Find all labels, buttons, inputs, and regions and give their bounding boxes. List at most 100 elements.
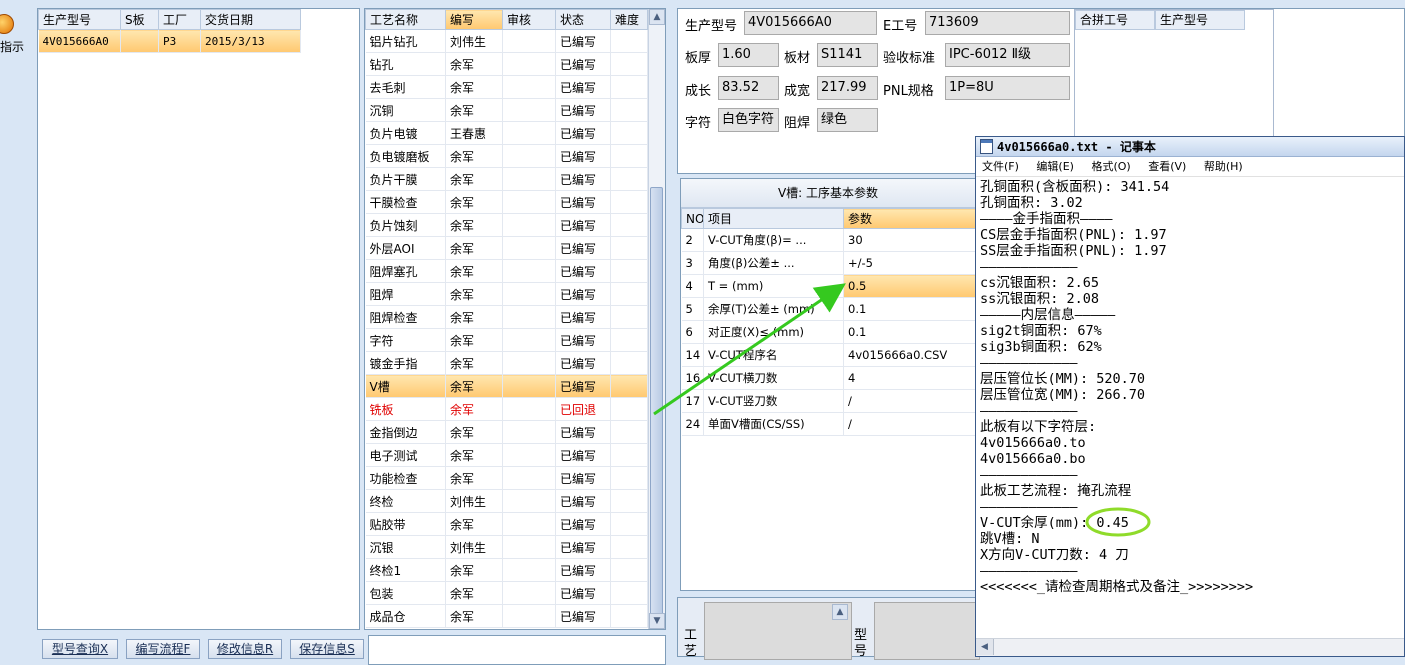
notepad-menubar: 文件(F) 编辑(E) 格式(O) 查看(V) 帮助(H) (976, 157, 1404, 177)
table-row[interactable]: 负片电镀 王春惠 已编写 (365, 121, 648, 145)
col-factory[interactable]: 工厂 (158, 9, 201, 30)
col-merge-model[interactable]: 生产型号 (1155, 10, 1245, 30)
table-row[interactable]: 包装 余军 已编写 (365, 581, 648, 605)
col-no[interactable]: NO (681, 208, 704, 229)
cell (610, 305, 648, 329)
cell (610, 397, 648, 421)
col-author[interactable]: 编写 (445, 9, 503, 30)
cell: 余军 (445, 466, 503, 490)
process-detail-box[interactable] (704, 602, 852, 660)
table-row[interactable]: 干膜检查 余军 已编写 (365, 190, 648, 214)
table-row[interactable]: 电子测试 余军 已编写 (365, 443, 648, 467)
cell: 0.1 (843, 320, 976, 344)
cell: 4 (681, 274, 704, 298)
text-line: sig2t铜面积: 67% (980, 323, 1102, 339)
col-difficulty[interactable]: 难度 (610, 9, 648, 30)
table-row[interactable]: 阻焊塞孔 余军 已编写 (365, 259, 648, 283)
notepad-text-area[interactable]: 孔铜面积(含板面积): 341.54 孔铜面积: 3.02 ————金手指面积———… (980, 179, 1400, 635)
table-row[interactable]: 14 V-CUT程序名 4v015666a0.CSV (681, 343, 976, 367)
cell: 余军 (445, 374, 503, 398)
cell: 4 (843, 366, 976, 390)
table-row[interactable]: 贴胶带 余军 已编写 (365, 512, 648, 536)
table-row[interactable]: 铝片钻孔 刘伟生 已编写 (365, 29, 648, 53)
text-line: cs沉银面积: 2.65 (980, 275, 1100, 291)
table-row[interactable]: 铣板 余军 已回退 (365, 397, 648, 421)
process-header: 工艺名称 编写 审核 状态 难度 (365, 9, 648, 30)
table-row[interactable]: 钻孔 余军 已编写 (365, 52, 648, 76)
save-info-button[interactable]: 保存信息S (290, 639, 364, 659)
model-query-button[interactable]: 型号查询X (42, 639, 118, 659)
table-row[interactable]: 功能检查 余军 已编写 (365, 466, 648, 490)
model-detail-box[interactable] (874, 602, 980, 660)
table-row[interactable]: 去毛刺 余军 已编写 (365, 75, 648, 99)
col-param[interactable]: 参数 (843, 208, 976, 229)
detail-scroll-up-icon[interactable]: ▲ (832, 604, 848, 620)
table-row[interactable]: 负片蚀刻 余军 已编写 (365, 213, 648, 237)
table-row[interactable]: 沉铜 余军 已编写 (365, 98, 648, 122)
col-s-board[interactable]: S板 (120, 9, 159, 30)
scroll-thumb[interactable] (650, 187, 663, 617)
table-row[interactable]: 终检1 余军 已编写 (365, 558, 648, 582)
cell: 已编写 (555, 305, 611, 329)
table-row[interactable]: 4V015666A0 P3 2015/3/13 (38, 29, 301, 53)
scroll-left-icon[interactable]: ◀ (976, 639, 994, 655)
table-row[interactable]: 金指倒边 余军 已编写 (365, 420, 648, 444)
cell (610, 282, 648, 306)
col-merge-job[interactable]: 合拼工号 (1075, 10, 1155, 30)
cell: 阻焊检查 (365, 305, 446, 329)
notepad-titlebar[interactable]: 4v015666a0.txt - 记事本 (976, 137, 1404, 157)
col-process-name[interactable]: 工艺名称 (365, 9, 446, 30)
scroll-up-icon[interactable]: ▲ (649, 9, 665, 25)
cell (502, 558, 556, 582)
remarks-box[interactable] (368, 635, 666, 665)
cell (610, 512, 648, 536)
cell: 沉铜 (365, 98, 446, 122)
cell: 已编写 (555, 190, 611, 214)
table-row[interactable]: 外层AOI 余军 已编写 (365, 236, 648, 260)
table-row[interactable]: 沉银 刘伟生 已编写 (365, 535, 648, 559)
notepad-hscrollbar[interactable]: ◀ (976, 638, 1404, 656)
cell: 已编写 (555, 374, 611, 398)
mask-value: 绿色 (817, 108, 878, 132)
table-row[interactable]: 17 V-CUT竖刀数 / (681, 389, 976, 413)
cell: 已编写 (555, 52, 611, 76)
table-row[interactable]: 4T = (mm) 0.5 (681, 274, 976, 298)
notepad-window: 4v015666a0.txt - 记事本 文件(F) 编辑(E) 格式(O) 查… (975, 136, 1405, 657)
instruction-button-label[interactable]: 指示 (0, 38, 24, 55)
scroll-down-icon[interactable]: ▼ (649, 613, 665, 629)
col-status[interactable]: 状态 (555, 9, 611, 30)
table-row[interactable]: 镀金手指 余军 已编写 (365, 351, 648, 375)
table-row[interactable]: 字符 余军 已编写 (365, 328, 648, 352)
notepad-icon (980, 139, 993, 154)
table-row[interactable]: 阻焊 余军 已编写 (365, 282, 648, 306)
table-row[interactable]: 6 对正度(X)≤ (mm) 0.1 (681, 320, 976, 344)
table-row[interactable]: 3 角度(β)公差± ... +/-5 (681, 251, 976, 275)
cell: 余军 (445, 75, 503, 99)
table-row[interactable]: 成品仓 余军 已编写 (365, 604, 648, 628)
cell (502, 397, 556, 421)
table-row[interactable]: 5 余厚(T)公差± (mm) 0.1 (681, 297, 976, 321)
instruction-icon[interactable] (0, 14, 14, 34)
col-delivery-date[interactable]: 交货日期 (200, 9, 301, 30)
process-scrollbar[interactable]: ▲ ▼ (648, 9, 665, 629)
text-line: 此板工艺流程: 掩孔流程 (980, 483, 1132, 499)
modify-info-button[interactable]: 修改信息R (208, 639, 282, 659)
col-review[interactable]: 审核 (502, 9, 556, 30)
table-row[interactable]: 阻焊检查 余军 已编写 (365, 305, 648, 329)
menu-edit[interactable]: 编辑(E) (1036, 160, 1074, 173)
menu-file[interactable]: 文件(F) (982, 160, 1019, 173)
cell: 余军 (445, 259, 503, 283)
table-row[interactable]: 负电镀磨板 余军 已编写 (365, 144, 648, 168)
table-row[interactable]: 负片干膜 余军 已编写 (365, 167, 648, 191)
table-row[interactable]: 24 单面V槽面(CS/SS) / (681, 412, 976, 436)
menu-view[interactable]: 查看(V) (1148, 160, 1186, 173)
menu-help[interactable]: 帮助(H) (1204, 160, 1243, 173)
table-row[interactable]: 终检 刘伟生 已编写 (365, 489, 648, 513)
write-process-button[interactable]: 编写流程F (126, 639, 200, 659)
table-row[interactable]: V槽 余军 已编写 (365, 374, 648, 398)
col-item[interactable]: 项目 (703, 208, 844, 229)
menu-format[interactable]: 格式(O) (1091, 160, 1130, 173)
col-model[interactable]: 生产型号 (38, 9, 121, 30)
table-row[interactable]: 16 V-CUT横刀数 4 (681, 366, 976, 390)
table-row[interactable]: 2 V-CUT角度(β)= ... 30 (681, 228, 976, 252)
